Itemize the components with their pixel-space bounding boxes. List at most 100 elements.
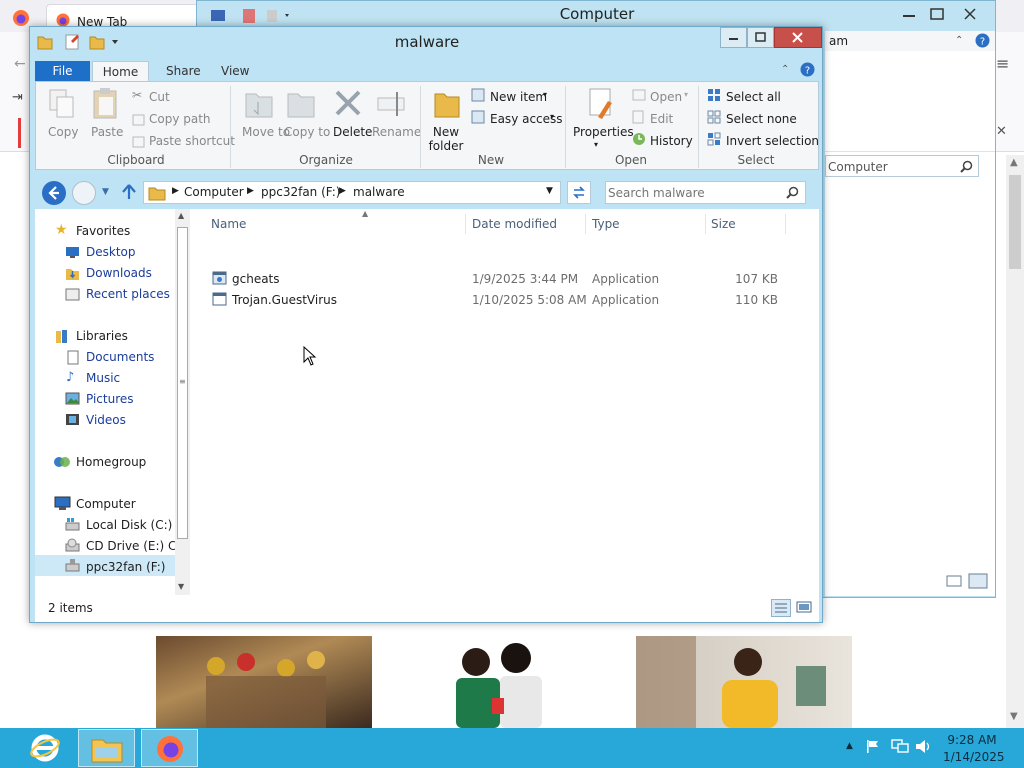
flag-icon[interactable]: [866, 739, 880, 754]
computer-window-controls[interactable]: [899, 4, 989, 24]
scroll-thumb[interactable]: [1009, 175, 1021, 269]
search-input[interactable]: [608, 184, 778, 201]
nav-documents[interactable]: Documents: [86, 350, 154, 364]
tab-share[interactable]: Share: [152, 61, 215, 82]
maximize-button[interactable]: [747, 27, 774, 48]
copy-to-button[interactable]: Copy to: [284, 125, 330, 139]
tab-view[interactable]: View: [207, 61, 263, 82]
clock-time[interactable]: 9:28 AM: [946, 733, 998, 747]
history-button[interactable]: History: [650, 134, 693, 148]
show-hidden-icons-icon[interactable]: ▲: [846, 741, 853, 751]
scroll-down-icon[interactable]: ▼: [1010, 711, 1018, 722]
speaker-icon[interactable]: [915, 739, 933, 754]
breadcrumb-separator-icon[interactable]: ▶: [339, 186, 346, 196]
back-arrow-icon[interactable]: ←: [14, 56, 26, 72]
nav-music[interactable]: Music: [86, 371, 120, 385]
tab-file[interactable]: File: [35, 61, 90, 82]
column-divider[interactable]: [785, 214, 786, 234]
address-dropdown-icon[interactable]: ▼: [546, 186, 553, 196]
cut-button[interactable]: Cut: [149, 90, 170, 104]
news-image-firefighters[interactable]: [156, 636, 372, 728]
help-icon[interactable]: ?: [800, 62, 815, 77]
address-bar[interactable]: ▶ Computer ▶ ppc32fan (F:) ▶ malware ▼: [143, 181, 561, 204]
breadcrumb-drive[interactable]: ppc32fan (F:): [261, 185, 340, 199]
news-image-woman-office[interactable]: [636, 636, 852, 728]
nav-computer[interactable]: Computer: [76, 497, 136, 511]
file-explorer-icon: [90, 734, 124, 764]
table-row[interactable]: Trojan.GuestVirus 1/10/2025 5:08 AM Appl…: [205, 290, 795, 310]
scroll-down-icon[interactable]: ▼: [178, 582, 184, 591]
menu-icon[interactable]: ≡: [996, 54, 1009, 73]
scroll-up-icon[interactable]: ▲: [1010, 157, 1018, 168]
move-to-button[interactable]: Move to: [242, 125, 290, 139]
large-icons-view-button[interactable]: [795, 599, 815, 617]
column-date-modified[interactable]: Date modified: [472, 217, 557, 231]
nav-scrollbar[interactable]: ▲ ≡ ▼: [175, 209, 190, 595]
close-icon[interactable]: ✕: [996, 124, 1007, 139]
breadcrumb-separator-icon[interactable]: ▶: [172, 186, 179, 196]
sign-in-icon[interactable]: ⇥: [12, 90, 23, 105]
minimize-button[interactable]: [720, 27, 747, 48]
invert-selection-button[interactable]: Invert selection: [726, 134, 819, 148]
nav-ppc32fan-drive[interactable]: ppc32fan (F:): [86, 560, 165, 574]
rename-button[interactable]: Rename: [372, 125, 421, 139]
breadcrumb-computer[interactable]: Computer: [184, 185, 244, 199]
properties-button[interactable]: Properties: [573, 125, 634, 139]
table-row[interactable]: gcheats 1/9/2025 3:44 PM Application 107…: [205, 269, 795, 289]
edit-button[interactable]: Edit: [650, 112, 673, 126]
forward-button[interactable]: [71, 180, 97, 206]
open-button[interactable]: Open: [650, 90, 682, 104]
view-toggle-icons[interactable]: [945, 573, 989, 589]
help-icon[interactable]: ?: [975, 33, 990, 48]
nav-pictures[interactable]: Pictures: [86, 392, 134, 406]
breadcrumb-separator-icon[interactable]: ▶: [247, 186, 254, 196]
select-none-button[interactable]: Select none: [726, 112, 797, 126]
news-image-people-phone[interactable]: [396, 636, 612, 728]
search-icon[interactable]: [960, 160, 973, 173]
delete-button[interactable]: Delete: [333, 125, 372, 139]
collapse-ribbon-icon[interactable]: ⌃: [781, 64, 789, 75]
recent-locations-arrow-icon[interactable]: ▼: [102, 187, 109, 197]
collapse-ribbon-icon[interactable]: ⌃: [955, 35, 963, 46]
copy-path-button[interactable]: Copy path: [149, 112, 211, 126]
nav-cd-drive[interactable]: CD Drive (E:) CDF: [86, 539, 175, 553]
nav-downloads[interactable]: Downloads: [86, 266, 152, 280]
tab-home[interactable]: Home: [92, 61, 149, 82]
network-icon[interactable]: [891, 739, 909, 754]
details-view-button[interactable]: [771, 599, 791, 617]
column-divider[interactable]: [465, 214, 466, 234]
paste-button[interactable]: Paste: [91, 125, 123, 139]
new-folder-button[interactable]: New folder: [426, 125, 466, 153]
firefox-scrollbar[interactable]: ▲ ▼: [1006, 155, 1024, 728]
refresh-button[interactable]: [567, 181, 591, 204]
nav-homegroup[interactable]: Homegroup: [76, 455, 146, 469]
scroll-up-icon[interactable]: ▲: [178, 211, 184, 220]
up-button[interactable]: [121, 183, 137, 201]
column-type[interactable]: Type: [592, 217, 620, 231]
column-name[interactable]: Name: [211, 217, 246, 231]
column-divider[interactable]: [705, 214, 706, 234]
nav-libraries[interactable]: Libraries: [76, 329, 128, 343]
search-icon[interactable]: [786, 186, 799, 199]
new-item-button[interactable]: New item: [490, 90, 547, 104]
internet-explorer-button[interactable]: [18, 729, 75, 767]
file-explorer-button[interactable]: [78, 729, 135, 767]
nav-local-disk[interactable]: Local Disk (C:): [86, 518, 172, 532]
nav-desktop[interactable]: Desktop: [86, 245, 136, 259]
file-name: gcheats: [232, 272, 280, 286]
close-button[interactable]: [774, 27, 822, 48]
back-button[interactable]: [41, 180, 67, 206]
breadcrumb-malware[interactable]: malware: [353, 185, 405, 199]
search-box[interactable]: [605, 181, 806, 204]
nav-favorites[interactable]: Favorites: [76, 224, 130, 238]
nav-videos[interactable]: Videos: [86, 413, 126, 427]
nav-recent-places[interactable]: Recent places: [86, 287, 170, 301]
firefox-taskbar-button[interactable]: [141, 729, 198, 767]
column-size[interactable]: Size: [711, 217, 736, 231]
column-divider[interactable]: [585, 214, 586, 234]
clock-date[interactable]: 1/14/2025: [943, 750, 1005, 764]
paste-shortcut-button[interactable]: Paste shortcut: [149, 134, 235, 148]
computer-search-box[interactable]: Computer: [825, 155, 979, 177]
copy-button[interactable]: Copy: [48, 125, 78, 139]
select-all-button[interactable]: Select all: [726, 90, 781, 104]
